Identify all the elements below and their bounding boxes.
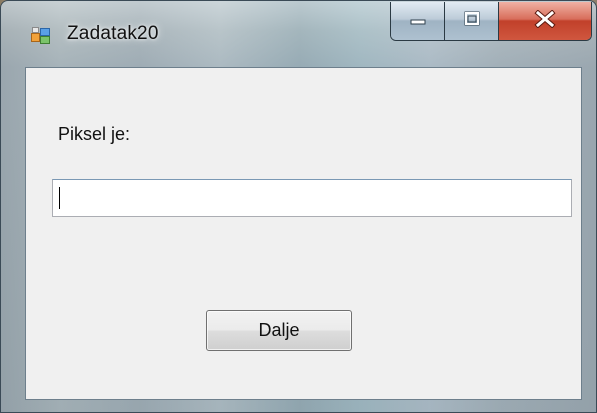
next-button[interactable]: Dalje bbox=[206, 310, 352, 351]
title-bar[interactable]: Zadatak20 bbox=[1, 1, 596, 65]
text-caret bbox=[59, 187, 60, 209]
pixel-label: Piksel je: bbox=[58, 124, 131, 144]
maximize-button[interactable] bbox=[445, 2, 499, 40]
maximize-icon bbox=[462, 10, 482, 33]
pixel-input[interactable] bbox=[52, 179, 572, 217]
close-icon bbox=[534, 8, 556, 33]
app-window: Zadatak20 Piksel je: Dalje bbox=[0, 0, 597, 413]
close-button[interactable] bbox=[499, 2, 591, 40]
caption-buttons bbox=[390, 2, 592, 41]
app-window-icon[interactable] bbox=[31, 25, 51, 45]
form-client-area: Piksel je: Dalje bbox=[25, 67, 582, 400]
minimize-button[interactable] bbox=[391, 2, 445, 40]
minimize-icon bbox=[408, 12, 428, 31]
window-title: Zadatak20 bbox=[67, 23, 159, 44]
